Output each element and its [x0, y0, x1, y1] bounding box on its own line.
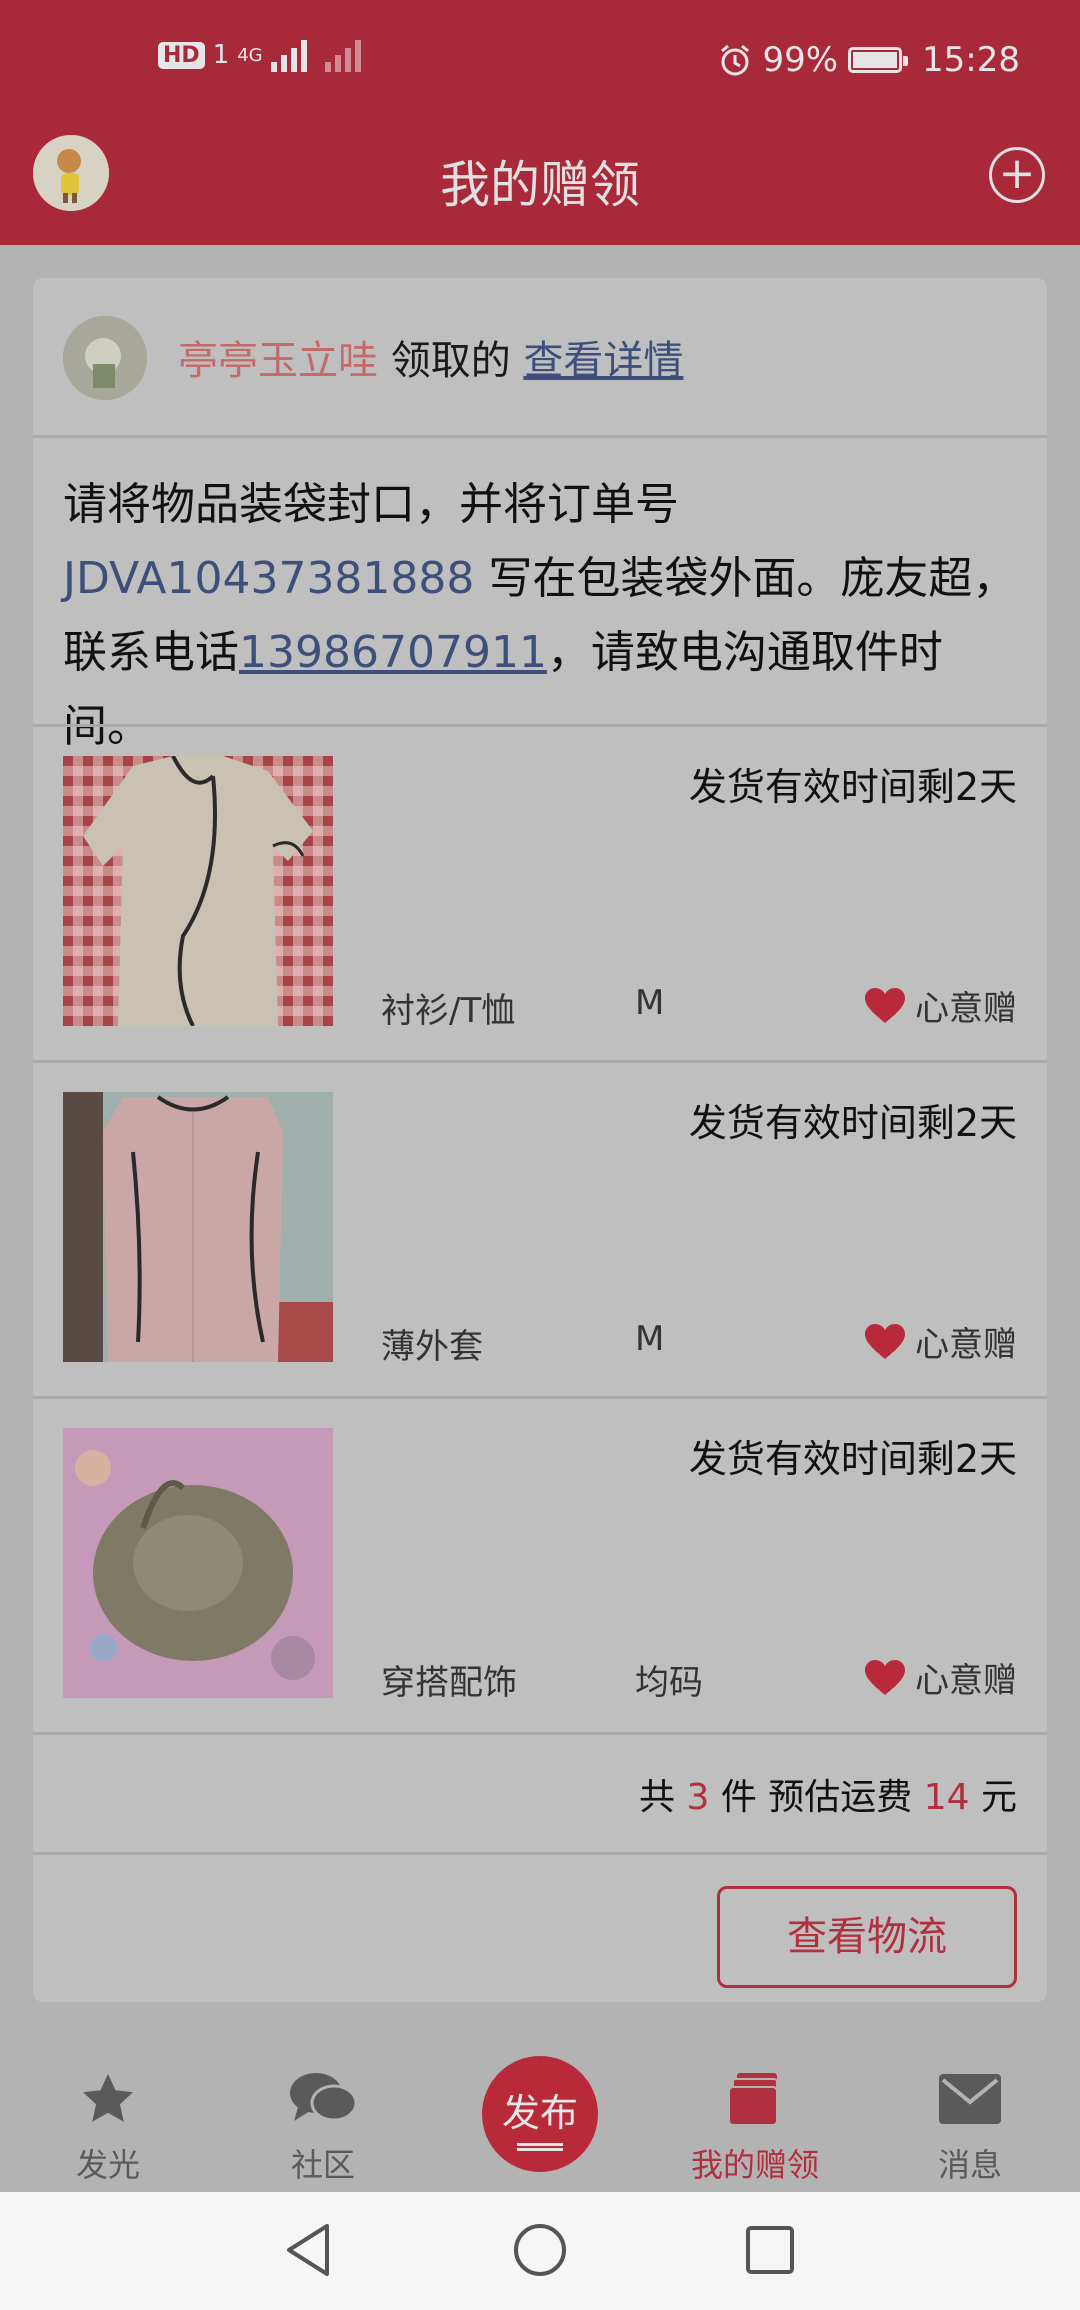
status-right: 99% 15:28 [718, 40, 1020, 80]
view-details-link[interactable]: 查看详情 [523, 338, 683, 384]
tab-label: 发光 [75, 2146, 140, 2184]
view-logistics-button[interactable]: 查看物流 [717, 1886, 1017, 1988]
ship-remaining-time: 发货有效时间剩2天 [688, 1437, 1017, 1481]
claimer-name[interactable]: 亭亭玉立哇 [178, 338, 378, 384]
item-photo [63, 1092, 333, 1362]
system-nav-bar [0, 2192, 1080, 2310]
claimed-text: 领取的 [390, 338, 511, 384]
app-bar: 我的赠领 + [0, 125, 1080, 245]
alarm-icon [721, 44, 750, 76]
list-item[interactable]: 发货有效时间剩2天 薄外套 M 心意赠 [33, 1062, 1047, 1395]
item-category: 穿搭配饰 [381, 1663, 517, 1703]
hd-badge: HD [158, 41, 205, 69]
ship-remaining-time: 发货有效时间剩2天 [688, 765, 1017, 809]
phone-link[interactable]: 13986707911 [239, 627, 547, 678]
divider [33, 1852, 1047, 1855]
shipping-notice: 请将物品装袋封口，并将订单号 JDVA10437381888 写在包装袋外面。庞… [63, 468, 1023, 764]
item-size: M [635, 1319, 665, 1359]
heart-icon [865, 1659, 905, 1695]
tab-my-gifts[interactable]: 我的赠领 [675, 2064, 835, 2186]
tab-label: 社区 [290, 2146, 355, 2184]
gift-type: 心意赠 [863, 1653, 1017, 1702]
hat-photo [63, 1428, 333, 1698]
signal-2-icon [324, 38, 361, 72]
star-icon [83, 2074, 133, 2122]
tab-label: 消息 [937, 2146, 1002, 2184]
divider [33, 1732, 1047, 1735]
gift-type-label: 心意赠 [915, 989, 1017, 1029]
item-photo [63, 1428, 333, 1698]
battery-icon [848, 47, 909, 73]
heart-icon [865, 987, 905, 1023]
gift-type-label: 心意赠 [915, 1661, 1017, 1701]
sim-indicator: 1 [212, 40, 230, 70]
tab-shine[interactable]: 发光 [28, 2064, 188, 2186]
claim-card: 亭亭玉立哇 领取的 查看详情 请将物品装袋封口，并将订单号 JDVA104373… [33, 278, 1047, 2002]
item-photo [63, 756, 333, 1026]
gift-type: 心意赠 [863, 1317, 1017, 1366]
gift-type-label: 心意赠 [915, 1325, 1017, 1365]
battery-percent: 99% [762, 40, 839, 80]
publish-button[interactable]: 发布 [482, 2056, 598, 2172]
summary-prefix: 共 [638, 1777, 675, 1818]
recents-icon[interactable] [744, 2222, 796, 2278]
tab-community[interactable]: 社区 [243, 2064, 403, 2186]
status-bar: HD 1 4G 99% 15:28 [0, 0, 1080, 125]
home-icon[interactable] [512, 2222, 568, 2278]
item-count: 3 [686, 1777, 710, 1818]
back-icon[interactable] [283, 2222, 333, 2278]
shipping-fee: 14 [923, 1777, 970, 1818]
clock: 15:28 [922, 40, 1020, 80]
chat-icon [290, 2073, 358, 2122]
gift-cards-icon [728, 2073, 778, 2126]
publish-label: 发布 [501, 2091, 578, 2135]
ship-remaining-time: 发货有效时间剩2天 [688, 1101, 1017, 1145]
item-size: M [635, 983, 665, 1023]
list-item[interactable]: 发货有效时间剩2天 穿搭配饰 均码 心意赠 [33, 1398, 1047, 1731]
coat-photo [63, 1092, 333, 1362]
heart-icon [865, 1323, 905, 1359]
card-header: 亭亭玉立哇 领取的 查看详情 [33, 278, 1047, 438]
tab-label: 我的赠领 [690, 2146, 819, 2184]
shirt-photo [63, 756, 333, 1026]
list-item[interactable]: 发货有效时间剩2天 衬衫/T恤 M 心意赠 [33, 726, 1047, 1059]
summary-mid: 件 预估运费 [720, 1777, 913, 1818]
publish-icon [517, 2143, 563, 2151]
order-summary: 共 3 件 预估运费 14 元 [639, 1768, 1017, 1820]
claimer-avatar-image [63, 316, 147, 400]
item-category: 衬衫/T恤 [381, 991, 516, 1031]
claimer-avatar[interactable] [63, 316, 147, 400]
notice-text-1: 请将物品装袋封口，并将订单号 [63, 479, 679, 530]
page-title: 我的赠领 [440, 156, 640, 214]
add-circle-icon[interactable]: + [989, 147, 1045, 203]
bottom-nav: 发光 社区 发布 我的赠领 消息 [0, 2044, 1080, 2192]
tab-messages[interactable]: 消息 [890, 2064, 1050, 2186]
item-category: 薄外套 [381, 1327, 483, 1367]
order-number: JDVA10437381888 [63, 553, 475, 604]
summary-suffix: 元 [980, 1777, 1017, 1818]
network-type: 4G [237, 44, 263, 66]
item-size: 均码 [635, 1663, 703, 1703]
signal-indicators: HD 1 4G [158, 38, 361, 72]
claim-line: 亭亭玉立哇 领取的 查看详情 [178, 328, 683, 386]
gift-type: 心意赠 [863, 981, 1017, 1030]
mail-icon [939, 2074, 1001, 2124]
signal-icon [270, 38, 307, 72]
